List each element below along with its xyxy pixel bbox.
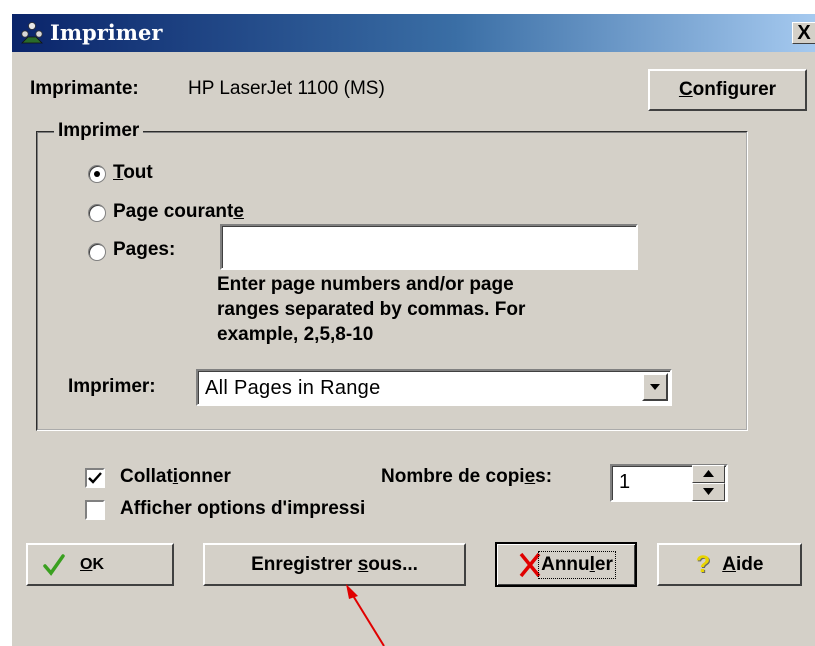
radio-selected-dot [94, 171, 100, 177]
question-mark-icon: ? [695, 550, 711, 578]
radio-all[interactable] [88, 165, 106, 183]
checkmark-icon [88, 472, 102, 484]
chevron-down-icon [650, 384, 660, 390]
radio-current-page-label[interactable]: Page courante [113, 201, 244, 223]
chevron-down-icon [703, 488, 714, 495]
show-options-label[interactable]: Afficher options d'impressi [120, 498, 365, 520]
copies-spin-buttons [692, 465, 725, 501]
radio-current-page[interactable] [88, 204, 106, 222]
close-button[interactable]: X [792, 22, 815, 44]
copies-decrement-button[interactable] [692, 483, 725, 501]
radio-all-label[interactable]: Tout [113, 162, 153, 184]
print-subset-value: All Pages in Range [205, 377, 381, 399]
pages-input[interactable] [220, 224, 638, 270]
print-dialog: Imprimer X Imprimante: HP LaserJet 1100 … [10, 14, 815, 646]
copies-value: 1 [619, 471, 631, 493]
pages-help-text: Enter page numbers and/or page ranges se… [217, 272, 637, 347]
radio-pages-label[interactable]: Pages: [113, 239, 175, 261]
close-icon: X [797, 22, 811, 44]
configure-label: Configurer [678, 79, 777, 100]
printer-people-icon [21, 22, 43, 44]
radio-pages[interactable] [88, 243, 106, 261]
printer-name: HP LaserJet 1100 (MS) [188, 78, 385, 99]
background-edge-top [0, 0, 815, 14]
radio-current-page-text: Page courante [113, 201, 244, 222]
radio-all-text: Tout [113, 162, 153, 183]
copies-label: Nombre de copies: [381, 466, 552, 488]
configure-button[interactable]: Configurer [648, 69, 807, 111]
collate-text: Collationner [120, 466, 231, 487]
collate-checkbox[interactable] [85, 468, 105, 488]
title-bar[interactable]: Imprimer X [12, 14, 815, 52]
help-line: ranges separated by commas. For [217, 299, 526, 320]
help-label: Aide [722, 553, 764, 575]
help-line: Enter page numbers and/or page [217, 274, 514, 295]
help-line: example, 2,5,8-10 [217, 324, 374, 345]
copies-increment-button[interactable] [692, 465, 725, 483]
print-range-legend: Imprimer [54, 120, 144, 142]
dropdown-button[interactable] [642, 373, 668, 401]
dialog-title: Imprimer [50, 20, 163, 45]
cancel-button[interactable]: Annuler [495, 542, 637, 587]
cancel-label: Annuler [538, 550, 616, 579]
help-button[interactable]: ? Aide [657, 543, 802, 586]
x-icon [519, 552, 541, 577]
save-as-label: Enregistrer sous... [251, 553, 418, 575]
print-subset-label: Imprimer: [68, 376, 156, 397]
ok-label: OK [80, 555, 105, 573]
printer-label: Imprimante: [30, 78, 139, 99]
radio-pages-text: Pages: [113, 239, 176, 260]
print-subset-select[interactable]: All Pages in Range [196, 369, 672, 406]
copies-text: Nombre de copies: [381, 466, 553, 487]
chevron-up-icon [703, 470, 714, 477]
save-as-button[interactable]: Enregistrer sous... [203, 543, 466, 586]
check-icon [43, 553, 65, 576]
show-options-checkbox[interactable] [85, 500, 105, 520]
ok-button[interactable]: OK [26, 543, 174, 586]
collate-label[interactable]: Collationner [120, 466, 231, 488]
